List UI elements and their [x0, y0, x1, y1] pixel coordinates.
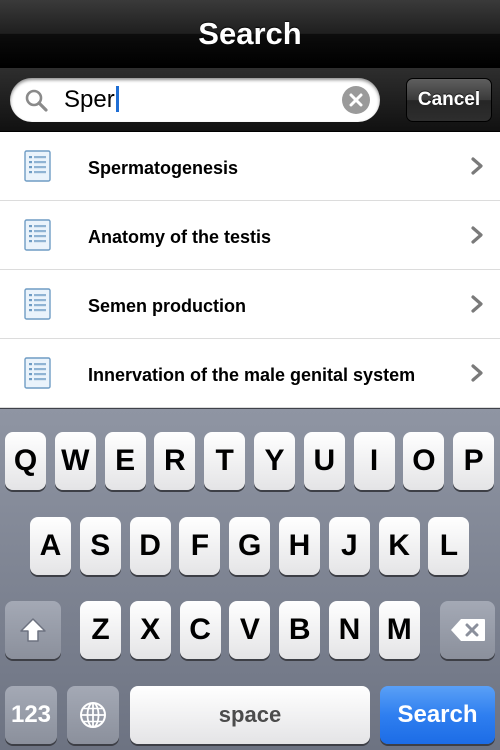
shift-icon	[20, 618, 46, 642]
search-bar: Sper Cancel	[0, 68, 500, 132]
list-item-label: Innervation of the male genital system	[88, 365, 416, 385]
chevron-right-icon	[471, 157, 483, 175]
backspace-icon	[450, 619, 485, 641]
key-b[interactable]: B	[279, 601, 321, 659]
key-r[interactable]: R	[154, 432, 196, 490]
text-caret	[115, 86, 119, 112]
key-k[interactable]: K	[378, 517, 420, 575]
key-j[interactable]: J	[328, 517, 370, 575]
key-g[interactable]: G	[229, 517, 271, 575]
key-e[interactable]: E	[104, 432, 146, 490]
key-o[interactable]: O	[403, 432, 445, 490]
key-h[interactable]: H	[279, 517, 320, 575]
key-v[interactable]: V	[229, 601, 271, 659]
keyboard: QWERTYUIOP ASDFGHJKL ZXCVBNM 123 space Sea…	[0, 408, 500, 750]
numbers-key[interactable]: 123	[5, 686, 57, 744]
clear-icon	[349, 93, 363, 107]
key-l[interactable]: L	[428, 517, 470, 575]
list-item[interactable]: Semen production	[0, 270, 500, 339]
globe-key[interactable]	[67, 686, 119, 744]
results-list: Spermatogenesis Anatomy of the testis Se…	[0, 132, 500, 408]
navigation-bar: Search	[0, 0, 500, 68]
list-item-label: Semen production	[88, 296, 247, 316]
key-c[interactable]: C	[179, 601, 221, 659]
key-w[interactable]: W	[54, 432, 96, 490]
clear-button[interactable]	[342, 86, 370, 114]
chevron-right-icon	[471, 226, 483, 244]
search-icon	[25, 89, 48, 112]
key-x[interactable]: X	[129, 601, 171, 659]
key-s[interactable]: S	[79, 517, 121, 575]
chevron-right-icon	[471, 295, 483, 313]
list-item[interactable]: Anatomy of the testis	[0, 201, 500, 270]
key-u[interactable]: U	[303, 432, 345, 490]
key-z[interactable]: Z	[80, 601, 121, 659]
chevron-right-icon	[471, 364, 483, 382]
cancel-button[interactable]: Cancel	[406, 78, 492, 122]
document-icon	[24, 219, 51, 251]
key-p[interactable]: P	[453, 432, 495, 490]
list-item-label: Spermatogenesis	[88, 158, 239, 178]
key-t[interactable]: T	[204, 432, 246, 490]
document-icon	[24, 150, 51, 182]
search-input-value[interactable]: Sper	[64, 86, 119, 114]
page-title: Search	[198, 15, 302, 51]
key-a[interactable]: A	[30, 517, 71, 575]
key-f[interactable]: F	[179, 517, 221, 575]
list-item-label: Anatomy of the testis	[88, 227, 272, 247]
backspace-key[interactable]	[440, 601, 495, 659]
globe-icon	[80, 702, 106, 728]
key-m[interactable]: M	[378, 601, 420, 659]
key-q[interactable]: Q	[5, 432, 46, 490]
document-icon	[24, 357, 51, 389]
search-input[interactable]: Sper	[10, 78, 380, 122]
key-y[interactable]: Y	[254, 432, 295, 490]
shift-key[interactable]	[5, 601, 61, 659]
list-item[interactable]: Spermatogenesis	[0, 132, 500, 201]
search-key[interactable]: Search	[380, 686, 495, 744]
key-i[interactable]: I	[353, 432, 395, 490]
space-key[interactable]: space	[130, 686, 370, 744]
document-icon	[24, 288, 51, 320]
list-item[interactable]: Innervation of the male genital system	[0, 339, 500, 408]
key-n[interactable]: N	[329, 601, 370, 659]
key-d[interactable]: D	[129, 517, 171, 575]
